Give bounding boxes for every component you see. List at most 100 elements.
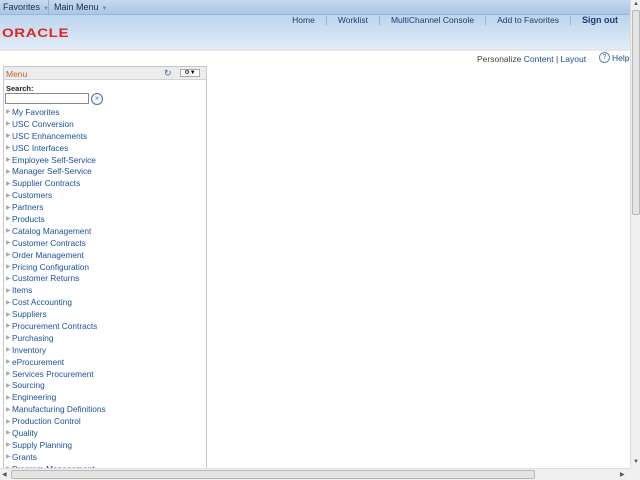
menu-item[interactable]: ▶ Engineering — [4, 391, 204, 403]
expand-arrow-icon: ▶ — [6, 192, 11, 199]
menu-item[interactable]: ▶ Production Control — [4, 415, 204, 427]
menu-item[interactable]: ▶ Procurement Contracts — [4, 320, 204, 332]
scroll-right-icon[interactable]: ▶ — [620, 471, 625, 478]
expand-arrow-icon: ▶ — [6, 323, 11, 330]
menu-item[interactable]: ▶ Customer Returns — [4, 272, 204, 284]
divider — [48, 0, 49, 15]
expand-arrow-icon: ▶ — [6, 347, 11, 354]
menu-item[interactable]: ▶ Suppliers — [4, 308, 204, 320]
menu-pagelet: Menu ↻ ⚙▼ Search: » ▶ My Favorites ▶ USC Co… — [3, 66, 207, 470]
horizontal-scroll-thumb[interactable] — [11, 470, 535, 479]
menu-item-label: Manufacturing Definitions — [12, 404, 106, 415]
help-icon: ? — [599, 52, 610, 63]
header-nav: Home Worklist MultiChannel Console Add t… — [281, 16, 618, 25]
nav-add-to-favorites[interactable]: Add to Favorites — [485, 16, 570, 25]
expand-arrow-icon: ▶ — [6, 180, 11, 187]
menu-item[interactable]: ▶ Items — [4, 284, 204, 296]
menu-item[interactable]: ▶ Supplier Contracts — [4, 177, 204, 189]
menu-item-label: Customer Returns — [12, 273, 80, 284]
menu-item-label: Suppliers — [12, 309, 47, 320]
expand-arrow-icon: ▶ — [6, 264, 11, 271]
menu-item[interactable]: ▶ Employee Self-Service — [4, 154, 204, 166]
menu-item[interactable]: ▶ Supply Planning — [4, 439, 204, 451]
expand-arrow-icon: ▶ — [6, 204, 11, 211]
menu-item[interactable]: ▶ Catalog Management — [4, 225, 204, 237]
menu-item[interactable]: ▶ Partners — [4, 201, 204, 213]
expand-arrow-icon: ▶ — [6, 359, 11, 366]
expand-arrow-icon: ▶ — [6, 430, 11, 437]
refresh-icon[interactable]: ↻ — [164, 68, 172, 79]
favorites-label: Favorites — [3, 2, 41, 12]
gear-icon[interactable]: ⚙▼ — [180, 69, 200, 77]
menu-title: Menu — [6, 69, 28, 79]
menu-item[interactable]: ▶ Manager Self-Service — [4, 165, 204, 177]
separator: | — [555, 54, 559, 64]
expand-arrow-icon: ▶ — [6, 252, 11, 259]
personalize-bar: Personalize Content | Layout — [477, 54, 586, 64]
nav-multichannel-console[interactable]: MultiChannel Console — [378, 16, 485, 25]
nav-worklist[interactable]: Worklist — [325, 16, 379, 25]
menu-item-label: Catalog Management — [12, 225, 92, 236]
menu-item-label: Inventory — [12, 344, 47, 355]
menu-item[interactable]: ▶ Pricing Configuration — [4, 261, 204, 273]
menu-item-label: Supply Planning — [12, 439, 72, 450]
vertical-scrollbar[interactable]: ▲ ▼ — [630, 0, 640, 468]
menu-item[interactable]: ▶ Inventory — [4, 344, 204, 356]
menu-item[interactable]: ▶ Grants — [4, 451, 204, 463]
menu-item[interactable]: ▶ USC Interfaces — [4, 142, 204, 154]
expand-arrow-icon: ▶ — [6, 454, 11, 461]
search-label: Search: — [6, 84, 34, 93]
expand-arrow-icon: ▶ — [6, 382, 11, 389]
menu-item[interactable]: ▶ Cost Accounting — [4, 296, 204, 308]
menu-item-label: Partners — [12, 202, 44, 213]
expand-arrow-icon: ▶ — [6, 216, 11, 223]
menu-item[interactable]: ▶ USC Conversion — [4, 118, 204, 130]
menu-item-label: Sourcing — [12, 380, 45, 391]
favorites-menu[interactable]: Favorites ▼ — [3, 2, 49, 12]
expand-arrow-icon: ▶ — [6, 228, 11, 235]
menu-item[interactable]: ▶ Customer Contracts — [4, 237, 204, 249]
vertical-scroll-thumb[interactable] — [632, 10, 640, 215]
expand-arrow-icon: ▶ — [6, 311, 11, 318]
menu-item-label: Items — [12, 285, 33, 296]
expand-arrow-icon: ▶ — [6, 335, 11, 342]
menu-item[interactable]: ▶ Quality — [4, 427, 204, 439]
personalize-layout-link[interactable]: Layout — [561, 54, 587, 64]
menu-item[interactable]: ▶ Products — [4, 213, 204, 225]
menu-item[interactable]: ▶ Sourcing — [4, 379, 204, 391]
header: ORACLE Home Worklist MultiChannel Consol… — [0, 15, 630, 51]
search-go-button[interactable]: » — [91, 93, 103, 105]
search-input[interactable] — [5, 93, 89, 104]
menu-item[interactable]: ▶ Purchasing — [4, 332, 204, 344]
horizontal-scrollbar[interactable]: ◀ ▶ — [0, 468, 630, 480]
menu-item-label: eProcurement — [12, 356, 65, 367]
menu-item[interactable]: ▶ Manufacturing Definitions — [4, 403, 204, 415]
menu-item-label: Procurement Contracts — [12, 320, 98, 331]
menu-item[interactable]: ▶ My Favorites — [4, 106, 204, 118]
scroll-down-icon[interactable]: ▼ — [633, 459, 639, 465]
menu-item[interactable]: ▶ Customers — [4, 189, 204, 201]
menu-item-label: Services Procurement — [12, 368, 94, 379]
menu-item-label: Manager Self-Service — [12, 166, 92, 177]
help-label: Help — [612, 52, 630, 63]
menu-item-label: Customer Contracts — [12, 237, 86, 248]
sign-out-link[interactable]: Sign out — [570, 16, 618, 25]
menu-item[interactable]: ▶ Services Procurement — [4, 368, 204, 380]
menu-item-label: USC Enhancements — [12, 130, 88, 141]
expand-arrow-icon: ▶ — [6, 394, 11, 401]
nav-home[interactable]: Home — [281, 16, 326, 25]
main-menu[interactable]: Main Menu ▼ — [54, 2, 107, 12]
help-link[interactable]: ? Help — [599, 52, 629, 63]
scroll-left-icon[interactable]: ◀ — [2, 471, 7, 478]
chevron-down-icon: ▼ — [101, 6, 108, 12]
personalize-content-link[interactable]: Content — [524, 54, 554, 64]
scroll-up-icon[interactable]: ▲ — [633, 1, 639, 7]
menu-item-label: USC Interfaces — [12, 142, 69, 153]
menu-item-label: Quality — [12, 427, 38, 438]
expand-arrow-icon: ▶ — [6, 299, 11, 306]
expand-arrow-icon: ▶ — [6, 240, 11, 247]
menu-item[interactable]: ▶ eProcurement — [4, 356, 204, 368]
menu-item[interactable]: ▶ Order Management — [4, 249, 204, 261]
expand-arrow-icon: ▶ — [6, 109, 11, 116]
menu-item[interactable]: ▶ USC Enhancements — [4, 130, 204, 142]
